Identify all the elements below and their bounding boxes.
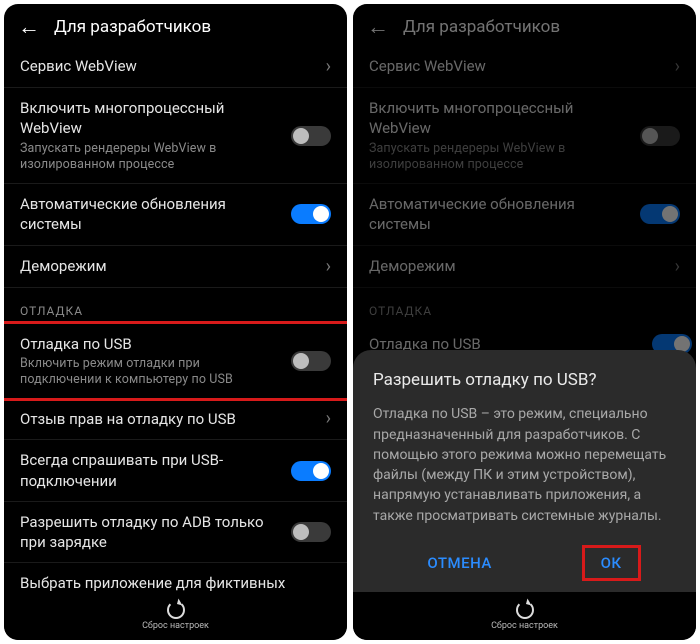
row-label: Выбрать приложение для фиктивных: [20, 573, 321, 593]
row-usb-debugging[interactable]: Отладка по USB Включить режим отладки пр…: [4, 321, 347, 402]
row-label: Разрешить отладку по ADB только при заря…: [20, 512, 281, 553]
page-title: Для разработчиков: [54, 17, 211, 37]
chevron-right-icon: ›: [326, 56, 331, 77]
row-auto-update[interactable]: Автоматические обновления системы: [4, 184, 347, 246]
toggle-auto-update[interactable]: [291, 204, 331, 224]
toggle-always-ask-usb[interactable]: [291, 461, 331, 481]
bottom-bar: Сброс настроек: [4, 592, 347, 640]
toggle-usb-debugging[interactable]: [291, 351, 331, 371]
phone-left: ← Для разработчиков Сервис WebView › Вкл…: [4, 4, 347, 640]
dialog-actions: ОТМЕНА ОК: [373, 548, 676, 578]
row-webview-service[interactable]: Сервис WebView ›: [4, 46, 347, 88]
reset-label: Сброс настроек: [491, 621, 558, 631]
reset-label: Сброс настроек: [142, 621, 209, 631]
ok-button[interactable]: ОК: [582, 545, 641, 581]
back-icon[interactable]: ←: [18, 14, 40, 40]
settings-list: Сервис WebView › Включить многопроцессны…: [4, 46, 347, 640]
row-sublabel: Включить режим отладки при подключении к…: [20, 356, 281, 389]
row-revoke-usb[interactable]: Отзыв прав на отладку по USB ›: [4, 398, 347, 440]
usb-debug-dialog: Разрешить отладку по USB? Отладка по USB…: [353, 350, 696, 592]
app-header: ← Для разработчиков: [4, 4, 347, 46]
row-multiprocess-webview[interactable]: Включить многопроцессный WebView Запуска…: [4, 88, 347, 184]
reset-icon[interactable]: [516, 601, 534, 619]
phone-right: ← Для разработчиков Сервис WebView › Вкл…: [353, 4, 696, 640]
bottom-bar: Сброс настроек: [353, 592, 696, 640]
chevron-right-icon: ›: [326, 256, 331, 277]
dialog-title: Разрешить отладку по USB?: [373, 370, 676, 390]
row-label: Деморежим: [20, 256, 316, 276]
cancel-button[interactable]: ОТМЕНА: [411, 548, 507, 578]
row-sublabel: Запускать рендереры WebView в изолирован…: [20, 141, 281, 174]
row-label: Сервис WebView: [20, 56, 316, 76]
reset-icon[interactable]: [167, 601, 185, 619]
toggle-adb-charge[interactable]: [291, 522, 331, 542]
row-always-ask-usb[interactable]: Всегда спрашивать при USB-подключении: [4, 440, 347, 502]
row-label: Отладка по USB: [20, 334, 281, 354]
row-label: Всегда спрашивать при USB-подключении: [20, 450, 281, 491]
row-label: Автоматические обновления системы: [20, 194, 281, 235]
row-label: Отзыв прав на отладку по USB: [20, 409, 316, 429]
row-demo-mode[interactable]: Деморежим ›: [4, 246, 347, 288]
dialog-body: Отладка по USB – это режим, специально п…: [373, 404, 676, 526]
row-label: Включить многопроцессный WebView: [20, 98, 281, 139]
dialog-scrim[interactable]: Разрешить отладку по USB? Отладка по USB…: [353, 4, 696, 640]
chevron-right-icon: ›: [326, 408, 331, 429]
toggle-multiprocess-webview[interactable]: [291, 126, 331, 146]
row-adb-charge[interactable]: Разрешить отладку по ADB только при заря…: [4, 502, 347, 564]
section-debug-header: ОТЛАДКА: [4, 288, 347, 324]
